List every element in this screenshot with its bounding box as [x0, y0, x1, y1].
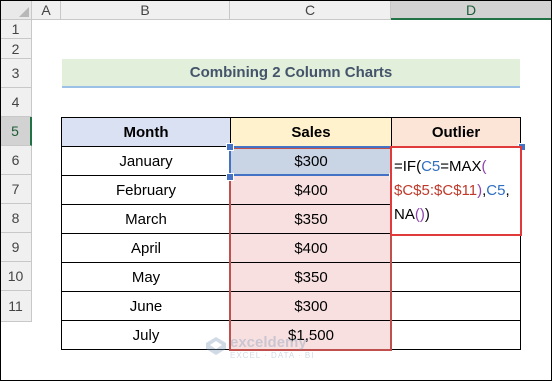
- sales-cell[interactable]: $350: [230, 204, 392, 234]
- sales-cell[interactable]: $350: [230, 262, 392, 292]
- row-header-5[interactable]: 5: [0, 117, 32, 146]
- select-all-button[interactable]: [0, 0, 32, 20]
- row-header-8[interactable]: 8: [0, 204, 32, 233]
- row-header-9[interactable]: 9: [0, 233, 32, 262]
- column-header-b[interactable]: B: [61, 0, 230, 20]
- header-month[interactable]: Month: [61, 117, 231, 147]
- outlier-cell[interactable]: [391, 233, 521, 263]
- select-all-triangle-icon: [19, 7, 29, 17]
- formula-editor-cell-d5[interactable]: =IF(C5=MAX( $C$5:$C$11),C5, NA()): [390, 146, 522, 236]
- header-sales[interactable]: Sales: [230, 117, 392, 147]
- sales-cell[interactable]: $400: [230, 233, 392, 263]
- month-cell[interactable]: January: [61, 146, 231, 176]
- spreadsheet: ABCD 1 2 3 4 5 6 7 8 9 10 11 Combining 2 Column Ch…: [0, 0, 552, 381]
- sheet-title[interactable]: Combining 2 Column Charts: [62, 59, 520, 88]
- month-cell[interactable]: March: [61, 204, 231, 234]
- range-handle-bottom-left[interactable]: [226, 173, 234, 181]
- watermark-brand: exceldemy: [230, 334, 307, 351]
- row-header-6[interactable]: 6: [0, 146, 32, 175]
- formula-token: (): [414, 206, 425, 223]
- row-header-3[interactable]: 3: [0, 59, 32, 88]
- outlier-cell[interactable]: [391, 291, 521, 321]
- row-header-1[interactable]: 1: [0, 20, 32, 39]
- column-header-a[interactable]: A: [32, 0, 61, 20]
- row-header-10[interactable]: 10: [0, 262, 32, 291]
- formula-token: C5: [421, 158, 441, 175]
- outlier-cell[interactable]: [391, 320, 521, 350]
- sales-cell[interactable]: $400: [230, 175, 392, 205]
- sales-cell[interactable]: $300: [230, 146, 392, 176]
- formula-token: =IF(: [394, 158, 422, 175]
- sales-cell[interactable]: $300: [230, 291, 392, 321]
- month-cell[interactable]: June: [61, 291, 231, 321]
- column-header-c[interactable]: C: [230, 0, 391, 20]
- row-header-11[interactable]: 11: [0, 291, 32, 322]
- watermark-tagline: EXCEL · DATA · BI: [230, 351, 315, 360]
- formula-token: ): [424, 206, 430, 223]
- month-cell[interactable]: February: [61, 175, 231, 205]
- formula-token: =MAX: [440, 158, 482, 175]
- formula-token: C5: [486, 182, 506, 199]
- row-header-4[interactable]: 4: [0, 88, 32, 117]
- outlier-cell[interactable]: [391, 262, 521, 292]
- month-cell[interactable]: April: [61, 233, 231, 263]
- formula-token: (: [481, 158, 487, 175]
- exceldemy-logo-icon: [206, 337, 226, 355]
- row-header-2[interactable]: 2: [0, 39, 32, 59]
- range-handle-top-left[interactable]: [226, 143, 234, 151]
- formula-token: $C$5:$C$11: [394, 182, 478, 199]
- month-cell[interactable]: May: [61, 262, 231, 292]
- column-header-d[interactable]: D: [391, 0, 552, 20]
- header-outlier[interactable]: Outlier: [391, 117, 521, 147]
- watermark: exceldemy EXCEL · DATA · BI: [206, 333, 356, 363]
- row-header-7[interactable]: 7: [0, 175, 32, 204]
